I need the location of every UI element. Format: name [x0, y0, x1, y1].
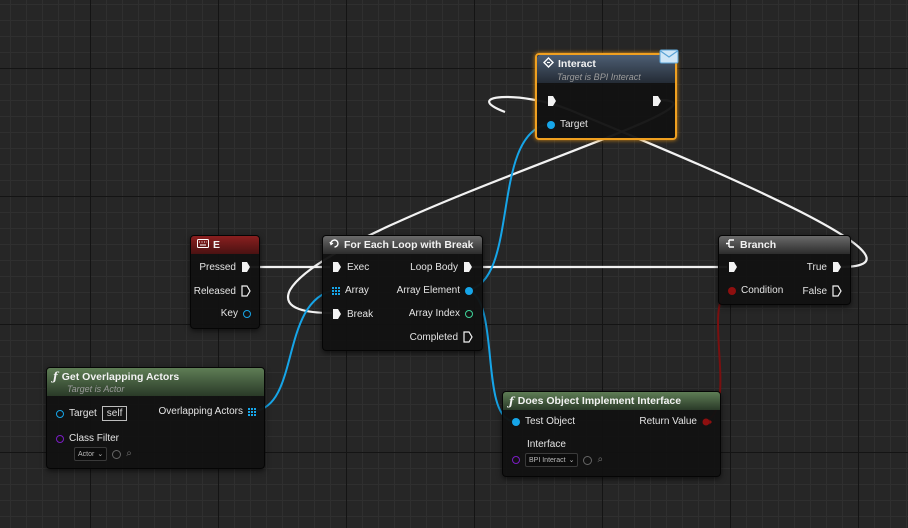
- pin-label: Test Object: [525, 416, 576, 427]
- dropdown-value: Actor: [78, 450, 95, 458]
- array-pin-icon: [248, 407, 256, 416]
- interface-pin[interactable]: BPI Interact ⌄ ⌕: [512, 453, 603, 467]
- boolean-pin-icon: [702, 418, 712, 425]
- chevron-down-icon: ⌄: [97, 451, 104, 458]
- completed-pin[interactable]: Completed: [410, 331, 473, 343]
- node-header: E: [191, 236, 259, 254]
- node-title: Interact: [558, 57, 596, 70]
- node-header: ƒ Get Overlapping Actors Target is Actor: [47, 368, 264, 396]
- exec-pin[interactable]: Exec: [332, 261, 369, 273]
- use-selected-icon[interactable]: [583, 455, 593, 465]
- branch-icon: [725, 238, 736, 252]
- pin-label: Break: [347, 308, 374, 320]
- pin-label: Completed: [409, 331, 458, 343]
- released-pin[interactable]: Released: [194, 285, 251, 297]
- object-pin-icon: [465, 286, 473, 295]
- node-subtitle: Target is Actor: [67, 384, 125, 394]
- pin-label: Released: [193, 285, 236, 297]
- object-pin-icon: [512, 417, 520, 426]
- object-pin-icon: [56, 409, 64, 418]
- pin-label: Pressed: [199, 261, 236, 273]
- node-key-e[interactable]: E Pressed Released Key: [190, 235, 260, 329]
- node-header: For Each Loop with Break: [323, 236, 482, 254]
- integer-pin-icon: [465, 309, 473, 318]
- array-element-pin[interactable]: Array Element: [397, 285, 473, 296]
- browse-icon[interactable]: ⌕: [597, 455, 603, 465]
- target-pin[interactable]: Target: [547, 119, 588, 130]
- key-pin[interactable]: Key: [221, 308, 251, 319]
- exec-out-pin[interactable]: [652, 95, 662, 107]
- exec-in-pin[interactable]: [728, 261, 738, 273]
- envelope-icon: [659, 49, 679, 64]
- node-header: Interact Target is BPI Interact: [537, 55, 675, 83]
- array-pin-icon: [332, 286, 340, 295]
- pin-label: False: [802, 285, 827, 297]
- node-subtitle: Target is BPI Interact: [557, 71, 641, 82]
- pin-label: Return Value: [639, 416, 697, 427]
- pin-label: Class Filter: [69, 433, 120, 444]
- array-pin[interactable]: Array: [332, 285, 369, 296]
- exec-in-pin[interactable]: [547, 95, 557, 107]
- keyboard-icon: [197, 239, 209, 251]
- interface-dropdown[interactable]: BPI Interact ⌄: [525, 453, 579, 467]
- pin-label: Array Index: [408, 308, 460, 319]
- boolean-pin-icon: [728, 286, 736, 295]
- interface-message-icon: [543, 56, 554, 71]
- struct-pin-icon: [243, 309, 251, 318]
- pin-label: Overlapping Actors: [158, 406, 244, 417]
- true-pin[interactable]: True: [807, 261, 842, 273]
- node-title: Get Overlapping Actors: [61, 370, 180, 383]
- condition-pin[interactable]: Condition: [728, 285, 783, 296]
- use-selected-icon[interactable]: [112, 449, 122, 459]
- object-pin-icon: [547, 120, 555, 129]
- target-value-field[interactable]: self: [101, 406, 128, 421]
- pressed-pin[interactable]: Pressed: [199, 261, 251, 273]
- pin-label: Key: [220, 308, 238, 319]
- class-pin-icon: [512, 456, 520, 464]
- dropdown-value: BPI Interact: [529, 456, 566, 464]
- false-pin[interactable]: False: [803, 285, 842, 297]
- interface-label-row: Interface: [527, 439, 566, 450]
- loop-body-pin[interactable]: Loop Body: [410, 261, 473, 273]
- node-title: E: [213, 239, 221, 251]
- pin-label: True: [806, 261, 827, 273]
- pin-label: Array: [345, 285, 369, 296]
- loop-icon: [329, 238, 340, 252]
- chevron-down-icon: ⌄: [568, 457, 575, 464]
- node-title: For Each Loop with Break: [344, 239, 474, 251]
- node-branch[interactable]: Branch Condition True False: [718, 235, 851, 305]
- target-pin[interactable]: Target self: [56, 406, 128, 421]
- class-filter-controls: Actor ⌄ ⌕: [74, 447, 132, 461]
- test-object-pin[interactable]: Test Object: [512, 416, 575, 427]
- class-filter-dropdown[interactable]: Actor ⌄: [74, 447, 108, 461]
- node-interact[interactable]: Interact Target is BPI Interact Target: [535, 53, 677, 140]
- class-filter-pin[interactable]: Class Filter: [56, 433, 119, 444]
- pin-label: Condition: [741, 285, 784, 296]
- node-title: Does Object Implement Interface: [517, 395, 682, 407]
- pin-label: Interface: [527, 439, 566, 450]
- pin-label: Target: [560, 119, 588, 130]
- function-icon: ƒ: [509, 394, 514, 408]
- pin-label: Array Element: [396, 285, 460, 296]
- pin-label: Loop Body: [410, 261, 458, 273]
- pin-label: Exec: [347, 261, 370, 273]
- browse-icon[interactable]: ⌕: [126, 449, 132, 459]
- class-pin-icon: [56, 434, 64, 443]
- break-pin[interactable]: Break: [332, 308, 373, 320]
- function-icon: ƒ: [53, 370, 58, 383]
- node-header: ƒ Does Object Implement Interface: [503, 392, 720, 410]
- node-for-each-loop[interactable]: For Each Loop with Break Exec Array Brea…: [322, 235, 483, 351]
- node-title: Branch: [740, 239, 777, 251]
- node-header: Branch: [719, 236, 850, 254]
- return-value-pin[interactable]: Return Value: [639, 416, 712, 427]
- overlapping-actors-pin[interactable]: Overlapping Actors: [158, 406, 256, 417]
- pin-label: Target: [69, 408, 97, 419]
- node-does-object-implement-interface[interactable]: ƒ Does Object Implement Interface Test O…: [502, 391, 721, 477]
- node-get-overlapping-actors[interactable]: ƒ Get Overlapping Actors Target is Actor…: [46, 367, 265, 469]
- array-index-pin[interactable]: Array Index: [409, 308, 473, 319]
